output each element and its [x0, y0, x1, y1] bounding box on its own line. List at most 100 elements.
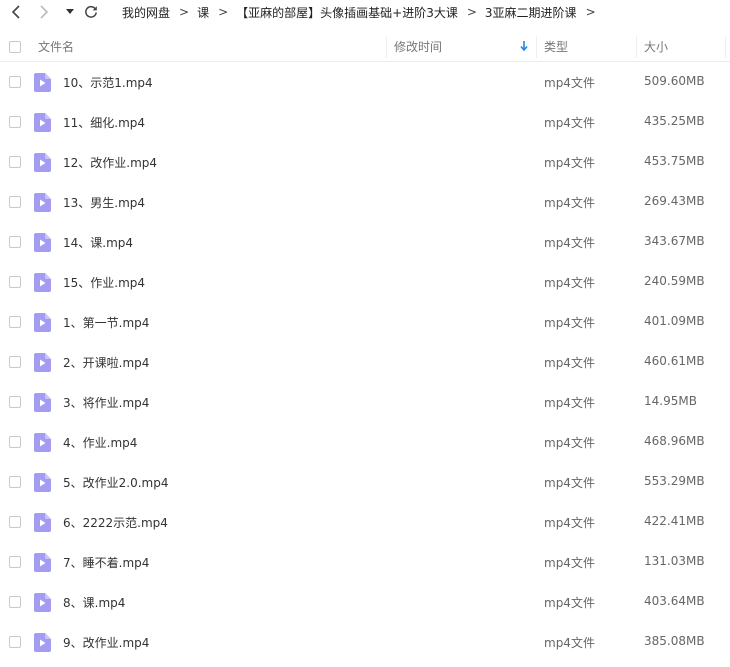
file-name[interactable]: 10、示范1.mp4: [63, 74, 153, 91]
file-name[interactable]: 1、第一节.mp4: [63, 314, 149, 331]
file-type: mp4文件: [544, 476, 595, 490]
row-checkbox[interactable]: [9, 156, 21, 168]
forward-button[interactable]: [33, 2, 55, 22]
file-name[interactable]: 13、男生.mp4: [63, 194, 145, 211]
file-row[interactable]: 13、男生.mp4 mp4文件 269.43MB: [0, 182, 730, 222]
file-list: 10、示范1.mp4 mp4文件 509.60MB 11、细化.mp4 mp4文…: [0, 62, 730, 662]
breadcrumb: 我的网盘 > 课 > 【亚麻的部屋】头像插画基础+进阶3大课 > 3亚麻二期进阶…: [122, 3, 604, 21]
file-size: 468.96MB: [644, 434, 705, 448]
file-name[interactable]: 3、将作业.mp4: [63, 394, 149, 411]
file-type: mp4文件: [544, 396, 595, 410]
file-row[interactable]: 5、改作业2.0.mp4 mp4文件 553.29MB: [0, 462, 730, 502]
row-checkbox[interactable]: [9, 316, 21, 328]
file-name[interactable]: 6、2222示范.mp4: [63, 514, 168, 531]
file-type: mp4文件: [544, 156, 595, 170]
chevron-left-icon: [11, 5, 20, 19]
file-size: 131.03MB: [644, 554, 705, 568]
video-file-icon: [34, 633, 51, 652]
row-checkbox[interactable]: [9, 196, 21, 208]
file-type: mp4文件: [544, 236, 595, 250]
file-size: 422.41MB: [644, 514, 705, 528]
row-checkbox[interactable]: [9, 596, 21, 608]
column-header-modified-label: 修改时间: [394, 40, 443, 54]
row-checkbox[interactable]: [9, 636, 21, 648]
back-button[interactable]: [5, 2, 27, 22]
breadcrumb-item-course-folder[interactable]: 【亚麻的部屋】头像插画基础+进阶3大课: [236, 4, 458, 21]
column-header-name[interactable]: 文件名: [38, 32, 384, 61]
file-type: mp4文件: [544, 116, 595, 130]
file-name[interactable]: 14、课.mp4: [63, 234, 133, 251]
breadcrumb-separator: >: [585, 5, 596, 19]
file-size: 509.60MB: [644, 74, 705, 88]
refresh-button[interactable]: [80, 2, 102, 22]
select-all-checkbox[interactable]: [9, 40, 21, 53]
video-file-icon: [34, 353, 51, 372]
file-row[interactable]: 11、细化.mp4 mp4文件 435.25MB: [0, 102, 730, 142]
column-divider: [536, 36, 537, 58]
file-row[interactable]: 4、作业.mp4 mp4文件 468.96MB: [0, 422, 730, 462]
navigation-bar: 我的网盘 > 课 > 【亚麻的部屋】头像插画基础+进阶3大课 > 3亚麻二期进阶…: [0, 0, 730, 24]
column-header-size[interactable]: 大小: [644, 32, 724, 61]
row-checkbox[interactable]: [9, 116, 21, 128]
row-checkbox[interactable]: [9, 476, 21, 488]
breadcrumb-item-my-drive[interactable]: 我的网盘: [122, 4, 170, 21]
file-row[interactable]: 12、改作业.mp4 mp4文件 453.75MB: [0, 142, 730, 182]
file-row[interactable]: 10、示范1.mp4 mp4文件 509.60MB: [0, 62, 730, 102]
column-header-type[interactable]: 类型: [544, 32, 634, 61]
row-checkbox[interactable]: [9, 356, 21, 368]
file-type: mp4文件: [544, 556, 595, 570]
column-divider: [386, 36, 387, 58]
breadcrumb-item-current-folder[interactable]: 3亚麻二期进阶课: [485, 4, 577, 21]
file-size: 553.29MB: [644, 474, 705, 488]
file-row[interactable]: 14、课.mp4 mp4文件 343.67MB: [0, 222, 730, 262]
select-all-cell: [9, 32, 21, 61]
row-checkbox[interactable]: [9, 556, 21, 568]
row-checkbox[interactable]: [9, 276, 21, 288]
file-row[interactable]: 3、将作业.mp4 mp4文件 14.95MB: [0, 382, 730, 422]
file-size: 385.08MB: [644, 634, 705, 648]
breadcrumb-separator: >: [218, 5, 229, 19]
row-checkbox[interactable]: [9, 516, 21, 528]
video-file-icon: [34, 273, 51, 292]
file-name[interactable]: 4、作业.mp4: [63, 434, 137, 451]
file-type: mp4文件: [544, 196, 595, 210]
breadcrumb-item-course[interactable]: 课: [197, 4, 209, 21]
breadcrumb-separator: >: [179, 5, 190, 19]
column-header-size-label: 大小: [644, 40, 669, 54]
refresh-icon: [85, 5, 97, 18]
file-row[interactable]: 2、开课啦.mp4 mp4文件 460.61MB: [0, 342, 730, 382]
column-divider: [636, 36, 637, 58]
row-checkbox[interactable]: [9, 236, 21, 248]
column-header-modified[interactable]: 修改时间: [394, 32, 536, 61]
file-type: mp4文件: [544, 76, 595, 90]
file-type: mp4文件: [544, 436, 595, 450]
file-row[interactable]: 15、作业.mp4 mp4文件 240.59MB: [0, 262, 730, 302]
history-dropdown-button[interactable]: [60, 2, 80, 22]
file-type: mp4文件: [544, 516, 595, 530]
file-size: 403.64MB: [644, 594, 705, 608]
file-type: mp4文件: [544, 596, 595, 610]
file-size: 240.59MB: [644, 274, 705, 288]
column-divider: [725, 36, 726, 58]
file-name[interactable]: 15、作业.mp4: [63, 274, 145, 291]
file-size: 14.95MB: [644, 394, 697, 408]
file-row[interactable]: 7、睡不着.mp4 mp4文件 131.03MB: [0, 542, 730, 582]
file-row[interactable]: 6、2222示范.mp4 mp4文件 422.41MB: [0, 502, 730, 542]
video-file-icon: [34, 553, 51, 572]
file-name[interactable]: 12、改作业.mp4: [63, 154, 157, 171]
file-name[interactable]: 11、细化.mp4: [63, 114, 145, 131]
file-row[interactable]: 1、第一节.mp4 mp4文件 401.09MB: [0, 302, 730, 342]
file-name[interactable]: 7、睡不着.mp4: [63, 554, 149, 571]
file-row[interactable]: 8、课.mp4 mp4文件 403.64MB: [0, 582, 730, 622]
file-row[interactable]: 9、改作业.mp4 mp4文件 385.08MB: [0, 622, 730, 662]
file-size: 460.61MB: [644, 354, 705, 368]
file-size: 435.25MB: [644, 114, 705, 128]
row-checkbox[interactable]: [9, 396, 21, 408]
file-name[interactable]: 5、改作业2.0.mp4: [63, 474, 168, 491]
row-checkbox[interactable]: [9, 436, 21, 448]
file-name[interactable]: 2、开课啦.mp4: [63, 354, 149, 371]
row-checkbox[interactable]: [9, 76, 21, 88]
file-name[interactable]: 9、改作业.mp4: [63, 634, 149, 651]
file-type: mp4文件: [544, 316, 595, 330]
file-name[interactable]: 8、课.mp4: [63, 594, 125, 611]
